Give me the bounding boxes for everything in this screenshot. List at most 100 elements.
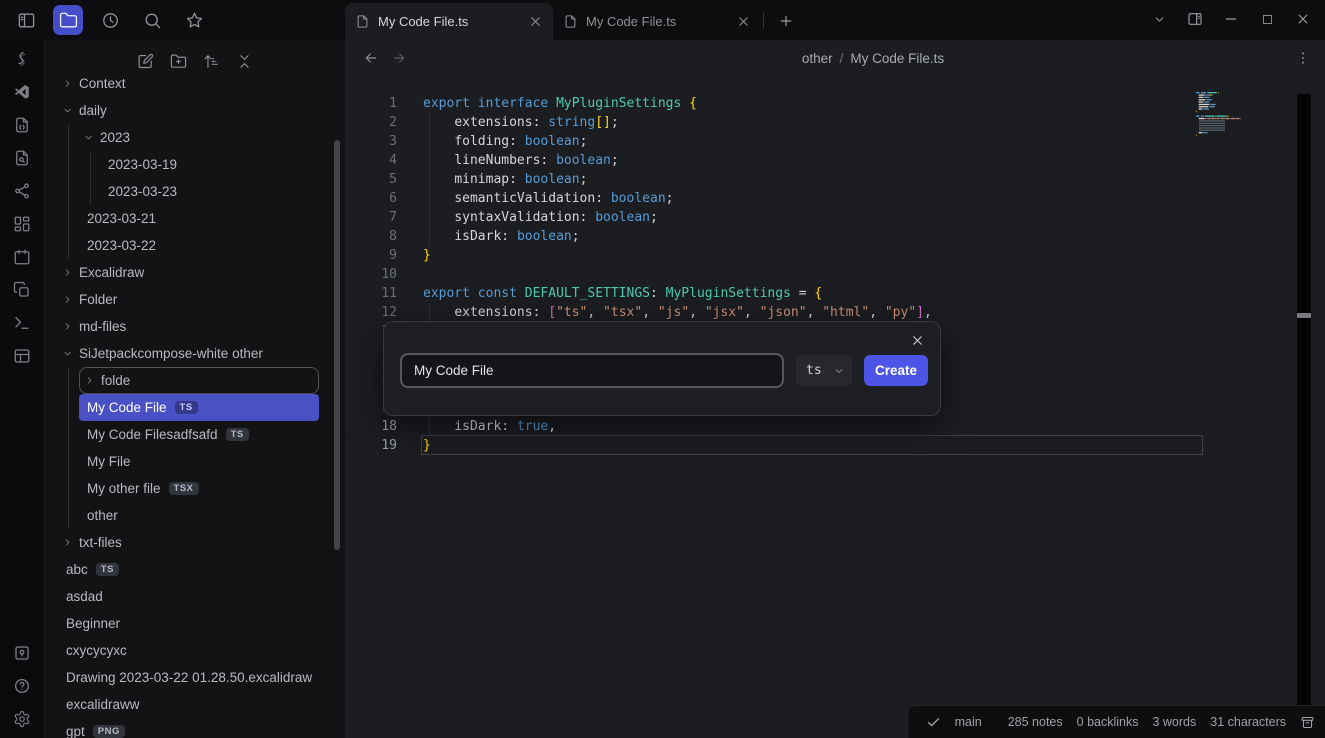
tab-active[interactable]: My Code File.ts xyxy=(345,3,553,40)
breadcrumb-current[interactable]: My Code File.ts xyxy=(850,51,944,66)
tree-file[interactable]: 2023-03-19 xyxy=(100,151,319,178)
minimize-button[interactable] xyxy=(1217,5,1245,33)
file-code-icon[interactable] xyxy=(8,111,36,139)
tree-folder[interactable]: 2023 xyxy=(79,124,319,151)
tree-folder[interactable]: Context xyxy=(58,70,319,97)
tree-file[interactable]: abc TS xyxy=(58,556,319,583)
modal-close-icon[interactable] xyxy=(908,331,926,349)
files-view-button[interactable] xyxy=(53,5,83,35)
tree-file[interactable]: other xyxy=(79,502,319,529)
tree-folder[interactable]: daily xyxy=(58,97,319,124)
tree-folder[interactable]: Excalidraw xyxy=(58,259,319,286)
tree-file[interactable]: Beginner xyxy=(58,610,319,637)
chevron-down-icon xyxy=(83,132,94,143)
tab-inactive[interactable]: My Code File.ts xyxy=(553,3,761,40)
tree-file[interactable]: excalidraww xyxy=(58,691,319,718)
more-options-button[interactable] xyxy=(1291,46,1315,70)
tree-item-label: md-files xyxy=(79,319,127,334)
tab-label: My Code File.ts xyxy=(586,14,677,29)
tree-item-label: My Code Filesadfsafd xyxy=(87,427,218,442)
tree-file[interactable]: My other file TSX xyxy=(79,475,319,502)
calendar-icon[interactable] xyxy=(8,243,36,271)
new-tab-button[interactable] xyxy=(773,8,799,34)
tree-file[interactable]: cxycycyxc xyxy=(58,637,319,664)
navigate-forward-button[interactable] xyxy=(387,46,411,70)
tree-item-label: 2023-03-19 xyxy=(108,157,178,172)
breadcrumb: other / My Code File.ts xyxy=(802,40,944,76)
tree-item-label: My Code File xyxy=(87,400,167,415)
tab-close-icon[interactable] xyxy=(736,14,751,29)
filetype-dropdown-value: ts xyxy=(806,363,822,378)
file-tree-scrollbar[interactable] xyxy=(334,140,340,550)
status-item: 0 backlinks xyxy=(1076,715,1139,729)
vscode-icon[interactable] xyxy=(8,78,36,106)
maximize-button[interactable] xyxy=(1253,5,1281,33)
tree-folder[interactable]: SiJetpackcompose-white other xyxy=(58,340,319,367)
code-line: } xyxy=(423,248,431,263)
search-button[interactable] xyxy=(137,5,167,35)
editor-scrollbar[interactable] xyxy=(1297,94,1311,738)
settings-icon[interactable] xyxy=(8,705,36,733)
tree-folder[interactable]: md-files xyxy=(58,313,319,340)
git-fork-icon[interactable] xyxy=(8,177,36,205)
tree-item-label: My other file xyxy=(87,481,161,496)
create-button[interactable]: Create xyxy=(864,355,928,386)
tree-item-label: Folder xyxy=(79,292,118,307)
tab-list-button[interactable] xyxy=(1145,5,1173,33)
chevron-right-icon xyxy=(84,375,95,386)
vault-icon[interactable] xyxy=(8,639,36,667)
tab-close-icon[interactable] xyxy=(528,14,543,29)
archive-icon[interactable] xyxy=(1300,715,1315,730)
editor-pane: other / My Code File.ts 1 export interfac… xyxy=(345,40,1325,738)
tree-folder[interactable]: txt-files xyxy=(58,529,319,556)
tree-file[interactable]: My Code Filesadfsafd TS xyxy=(79,421,319,448)
tab-bar: My Code File.ts My Code File.ts xyxy=(345,0,799,40)
tree-folder[interactable]: Folder xyxy=(58,286,319,313)
tree-item-label: 2023-03-22 xyxy=(87,238,157,253)
line-number: 8 xyxy=(389,229,397,244)
copy-icon[interactable] xyxy=(8,276,36,304)
chevron-right-icon xyxy=(62,537,73,548)
terminal-icon[interactable] xyxy=(8,309,36,337)
code-line: minimap: boolean; xyxy=(454,172,588,187)
tree-item-label: 2023-03-23 xyxy=(108,184,178,199)
tree-file[interactable]: 2023-03-22 xyxy=(79,232,319,259)
git-branch-label[interactable]: main xyxy=(955,715,982,729)
status-item: 3 words xyxy=(1152,715,1197,729)
left-sidebar-toggle[interactable] xyxy=(11,5,41,35)
table-icon[interactable] xyxy=(8,342,36,370)
tree-file[interactable]: My Code File TS xyxy=(79,394,319,421)
minimap[interactable] xyxy=(1196,92,1276,140)
tree-file[interactable]: gpt PNG xyxy=(58,718,319,738)
tree-folder[interactable]: folde xyxy=(79,367,319,394)
navigate-back-button[interactable] xyxy=(359,46,383,70)
tree-file[interactable]: Drawing 2023-03-22 01.28.50.excalidraw xyxy=(58,664,319,691)
tree-file[interactable]: 2023-03-21 xyxy=(79,205,319,232)
recent-files-button[interactable] xyxy=(95,5,125,35)
tree-file[interactable]: 2023-03-23 xyxy=(100,178,319,205)
tree-item-label: Excalidraw xyxy=(79,265,145,280)
tree-item-label: asdad xyxy=(66,589,103,604)
tree-item-label: Context xyxy=(79,76,126,91)
filetype-dropdown[interactable]: ts xyxy=(796,355,852,386)
file-search-icon[interactable] xyxy=(8,144,36,172)
filename-input[interactable] xyxy=(400,353,784,388)
tree-file[interactable]: My File xyxy=(79,448,319,475)
squiggle-icon[interactable] xyxy=(8,45,36,73)
right-sidebar-toggle[interactable] xyxy=(1181,5,1209,33)
line-number: 12 xyxy=(381,305,397,320)
help-icon[interactable] xyxy=(8,672,36,700)
line-number: 1 xyxy=(389,96,397,111)
close-window-button[interactable] xyxy=(1289,5,1317,33)
code-line: extensions: string[]; xyxy=(454,115,619,130)
code-line: export interface MyPluginSettings { xyxy=(423,96,697,111)
line-number: 5 xyxy=(389,172,397,187)
code-line: isDark: true, xyxy=(454,419,557,434)
tree-file[interactable]: asdad xyxy=(58,583,319,610)
title-bar: My Code File.ts My Code File.ts xyxy=(0,0,1325,40)
breadcrumb-parent[interactable]: other xyxy=(802,51,833,66)
layout-grid-icon[interactable] xyxy=(8,210,36,238)
code-editor[interactable]: 1 export interface MyPluginSettings {2 ex… xyxy=(345,76,1325,738)
editor-scrollbar-thumb[interactable] xyxy=(1297,313,1311,318)
bookmarks-button[interactable] xyxy=(179,5,209,35)
